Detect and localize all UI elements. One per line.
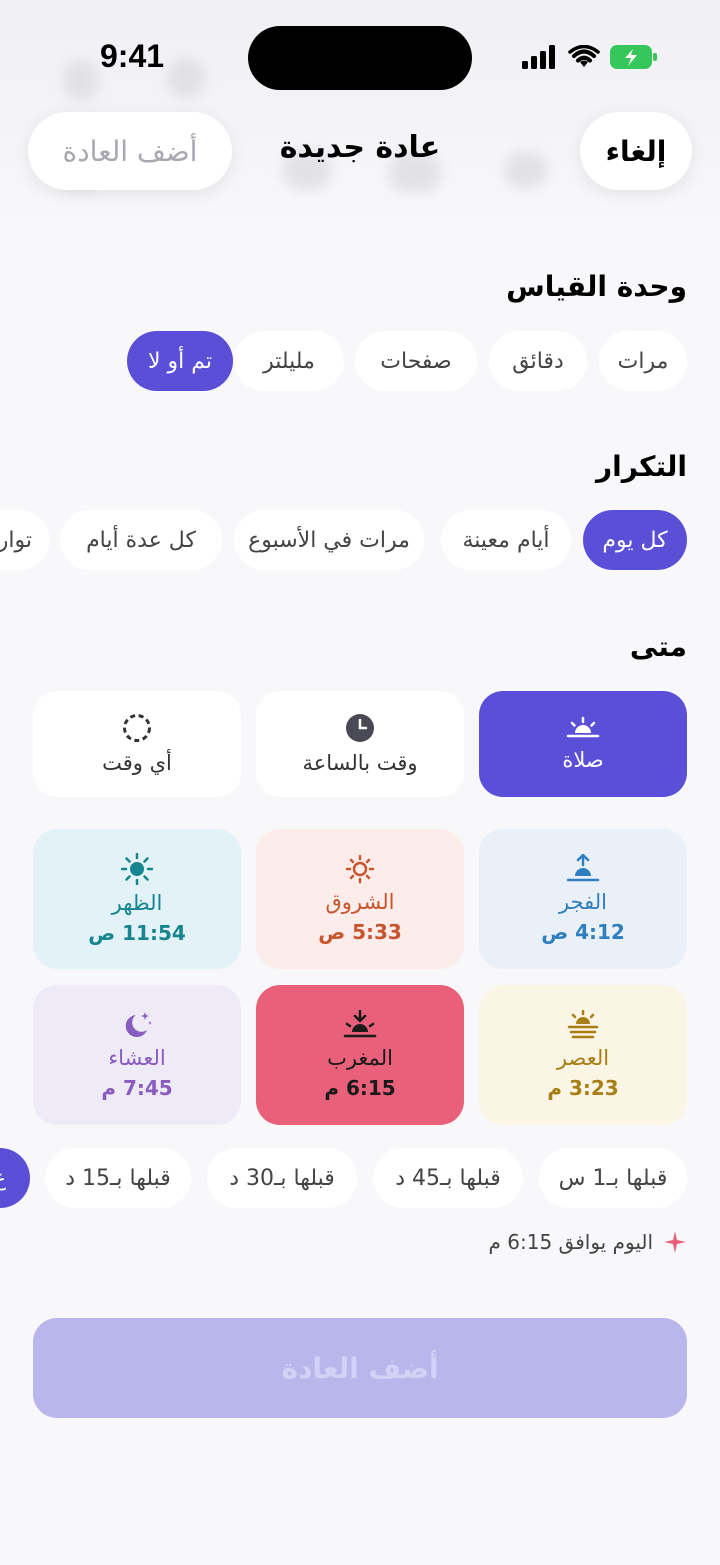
sun-haze-icon — [567, 1010, 599, 1039]
prayer-card-dhuhr[interactable]: الظهر 11:54 ص — [33, 829, 241, 969]
prayer-time-note: اليوم يوافق 6:15 م — [489, 1230, 687, 1254]
cancel-button[interactable]: إلغاء — [580, 112, 692, 190]
repeat-option-cut-off[interactable]: توار — [0, 510, 50, 570]
repeat-options: كل يوم أيام معينة مرات في الأسبوع كل عدة… — [0, 510, 720, 570]
prayer-time: 6:15 م — [324, 1076, 396, 1100]
repeat-option-specific-days[interactable]: أيام معينة — [441, 510, 571, 570]
offset-option-15m[interactable]: قبلها بـ15 د — [45, 1148, 191, 1208]
prayer-card-maghrib[interactable]: المغرب 6:15 م — [256, 985, 464, 1125]
when-section-title: متى — [629, 630, 687, 663]
when-mode-clock-time-label: وقت بالساعة — [302, 751, 418, 775]
prayer-card-isha[interactable]: العشاء 7:45 م — [33, 985, 241, 1125]
header: أضف العادة عادة جديدة إلغاء — [0, 112, 720, 190]
when-mode-any-time[interactable]: أي وقت — [33, 691, 241, 797]
prayer-name: المغرب — [327, 1046, 393, 1070]
add-habit-submit-button[interactable]: أضف العادة — [33, 1318, 687, 1418]
prayer-name: الشروق — [325, 890, 395, 914]
signal-icon — [522, 45, 555, 69]
repeat-option-times-per-week[interactable]: مرات في الأسبوع — [234, 510, 424, 570]
unit-options: مرات دقائق صفحات مليلتر تم أو لا — [0, 331, 720, 391]
offset-option-1h[interactable]: قبلها بـ1 س — [539, 1148, 687, 1208]
dynamic-island — [248, 26, 472, 90]
prayer-card-fajr[interactable]: الفجر 4:12 ص — [479, 829, 687, 969]
dashed-circle-icon — [123, 714, 151, 742]
prayer-name: الظهر — [111, 891, 163, 915]
offset-option-30m[interactable]: قبلها بـ30 د — [207, 1148, 357, 1208]
offset-option-on-time[interactable]: ع — [0, 1148, 30, 1208]
prayer-name: الفجر — [559, 890, 607, 914]
battery-charging-icon — [610, 45, 657, 69]
when-mode-any-time-label: أي وقت — [102, 751, 172, 775]
status-bar: 9:41 — [0, 0, 720, 110]
prayer-time: 4:12 ص — [541, 920, 625, 944]
sunset-arrow-icon — [343, 1010, 377, 1038]
when-mode-prayer[interactable]: صلاة — [479, 691, 687, 797]
unit-section-title: وحدة القياس — [506, 270, 687, 303]
moon-stars-icon — [125, 1012, 152, 1037]
status-time: 9:41 — [100, 38, 165, 74]
unit-option-minutes[interactable]: دقائق — [489, 331, 587, 391]
offset-options: قبلها بـ1 س قبلها بـ45 د قبلها بـ30 د قب… — [0, 1148, 720, 1208]
offset-option-45m[interactable]: قبلها بـ45 د — [373, 1148, 523, 1208]
prayer-time: 3:23 م — [547, 1076, 619, 1100]
status-icons — [522, 44, 658, 70]
prayer-card-sunrise[interactable]: الشروق 5:33 ص — [256, 829, 464, 969]
unit-option-pages[interactable]: صفحات — [355, 331, 477, 391]
when-mode-prayer-label: صلاة — [562, 748, 604, 772]
prayer-time: 5:33 ص — [318, 920, 402, 944]
sun-icon — [345, 854, 375, 884]
sunrise-arrow-icon — [566, 854, 600, 882]
clock-icon — [346, 714, 374, 742]
sparkle-icon — [664, 1231, 686, 1253]
repeat-option-daily[interactable]: كل يوم — [583, 510, 687, 570]
unit-option-milliliters[interactable]: مليلتر — [234, 331, 344, 391]
note-text: اليوم يوافق 6:15 م — [488, 1230, 653, 1254]
prayer-time: 7:45 م — [101, 1076, 173, 1100]
repeat-section-title: التكرار — [596, 450, 687, 483]
unit-option-done-or-not[interactable]: تم أو لا — [127, 331, 233, 391]
prayer-name: العصر — [556, 1046, 610, 1070]
sun-filled-icon — [121, 853, 153, 885]
unit-option-times[interactable]: مرات — [599, 331, 687, 391]
sunrise-icon — [566, 716, 600, 738]
wifi-icon — [568, 45, 600, 67]
prayer-card-asr[interactable]: العصر 3:23 م — [479, 985, 687, 1125]
prayer-time: 11:54 ص — [88, 921, 186, 945]
when-mode-clock-time[interactable]: وقت بالساعة — [256, 691, 464, 797]
prayer-name: العشاء — [108, 1046, 166, 1070]
repeat-option-every-few-days[interactable]: كل عدة أيام — [60, 510, 222, 570]
